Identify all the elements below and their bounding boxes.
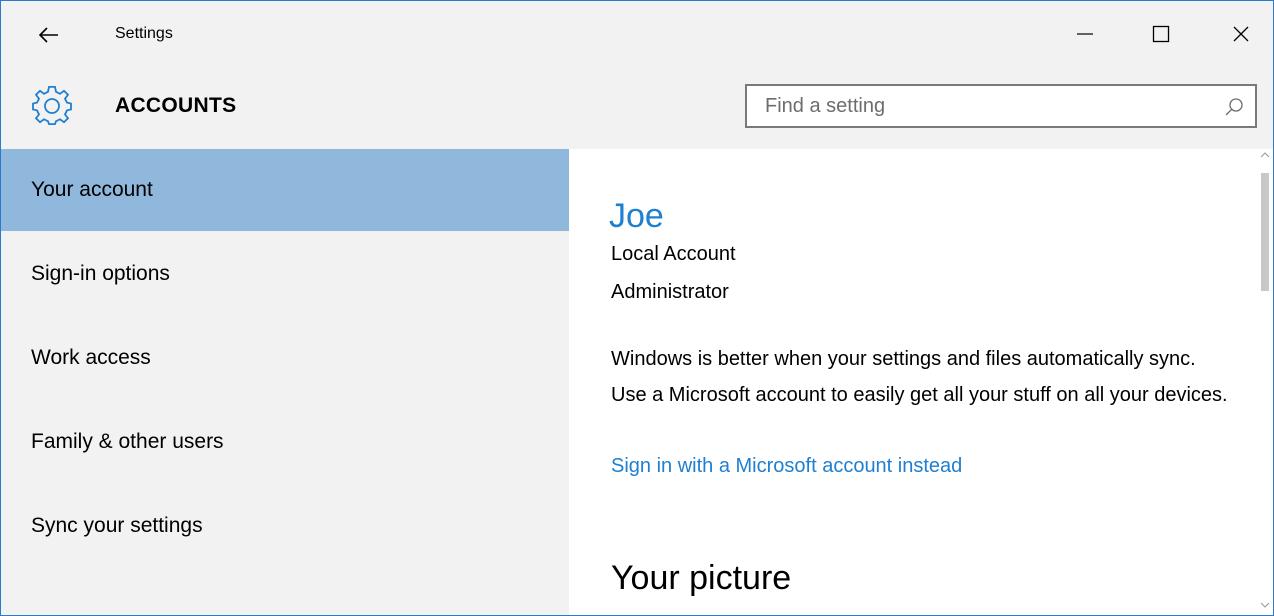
sidebar-item-label: Your account	[31, 178, 153, 201]
sidebar-item-label: Family & other users	[31, 430, 224, 453]
sidebar-item-family-other-users[interactable]: Family & other users	[1, 401, 569, 483]
section-header: ACCOUNTS	[1, 71, 1273, 149]
maximize-icon	[1152, 25, 1170, 43]
vertical-scrollbar[interactable]	[1257, 149, 1273, 615]
window-title: Settings	[115, 25, 173, 42]
sidebar-item-work-access[interactable]: Work access	[1, 317, 569, 399]
section-title: ACCOUNTS	[115, 94, 237, 117]
sync-message: Windows is better when your settings and…	[611, 348, 1228, 406]
scroll-thumb[interactable]	[1261, 173, 1269, 291]
gear-icon	[32, 86, 72, 126]
account-content: Joe Local Account Administrator Windows …	[569, 149, 1273, 615]
sidebar-item-sync-settings[interactable]: Sync your settings	[1, 485, 569, 567]
minimize-button[interactable]	[1059, 11, 1111, 57]
back-button[interactable]	[29, 15, 69, 55]
chevron-up-icon	[1260, 152, 1270, 158]
settings-window: Settings ACCOUNTS Find a setting Your ac…	[0, 0, 1274, 616]
sidebar-item-your-account[interactable]: Your account	[1, 149, 569, 231]
close-button[interactable]	[1215, 11, 1267, 57]
sidebar-item-label: Sync your settings	[31, 514, 203, 537]
chevron-down-icon	[1260, 602, 1270, 608]
search-box[interactable]	[745, 84, 1257, 128]
minimize-icon	[1077, 33, 1093, 35]
close-icon	[1233, 26, 1249, 42]
maximize-button[interactable]	[1135, 11, 1187, 57]
title-bar: Settings	[1, 1, 1273, 71]
sidebar-item-label: Sign-in options	[31, 262, 170, 285]
sidebar-item-label: Work access	[31, 346, 151, 369]
back-arrow-icon	[39, 27, 58, 43]
scroll-up-button[interactable]	[1257, 151, 1273, 165]
account-type: Local Account	[611, 243, 736, 265]
sidebar-item-sign-in-options[interactable]: Sign-in options	[1, 233, 569, 315]
account-role: Administrator	[611, 281, 729, 303]
microsoft-account-link[interactable]: Sign in with a Microsoft account instead	[611, 455, 962, 478]
scroll-down-button[interactable]	[1257, 601, 1273, 615]
your-picture-heading: Your picture	[611, 559, 792, 597]
search-icon[interactable]	[1223, 96, 1245, 118]
user-name: Joe	[609, 197, 664, 235]
sidebar: Your account Sign-in options Work access…	[1, 149, 569, 615]
search-input[interactable]	[747, 86, 1207, 126]
